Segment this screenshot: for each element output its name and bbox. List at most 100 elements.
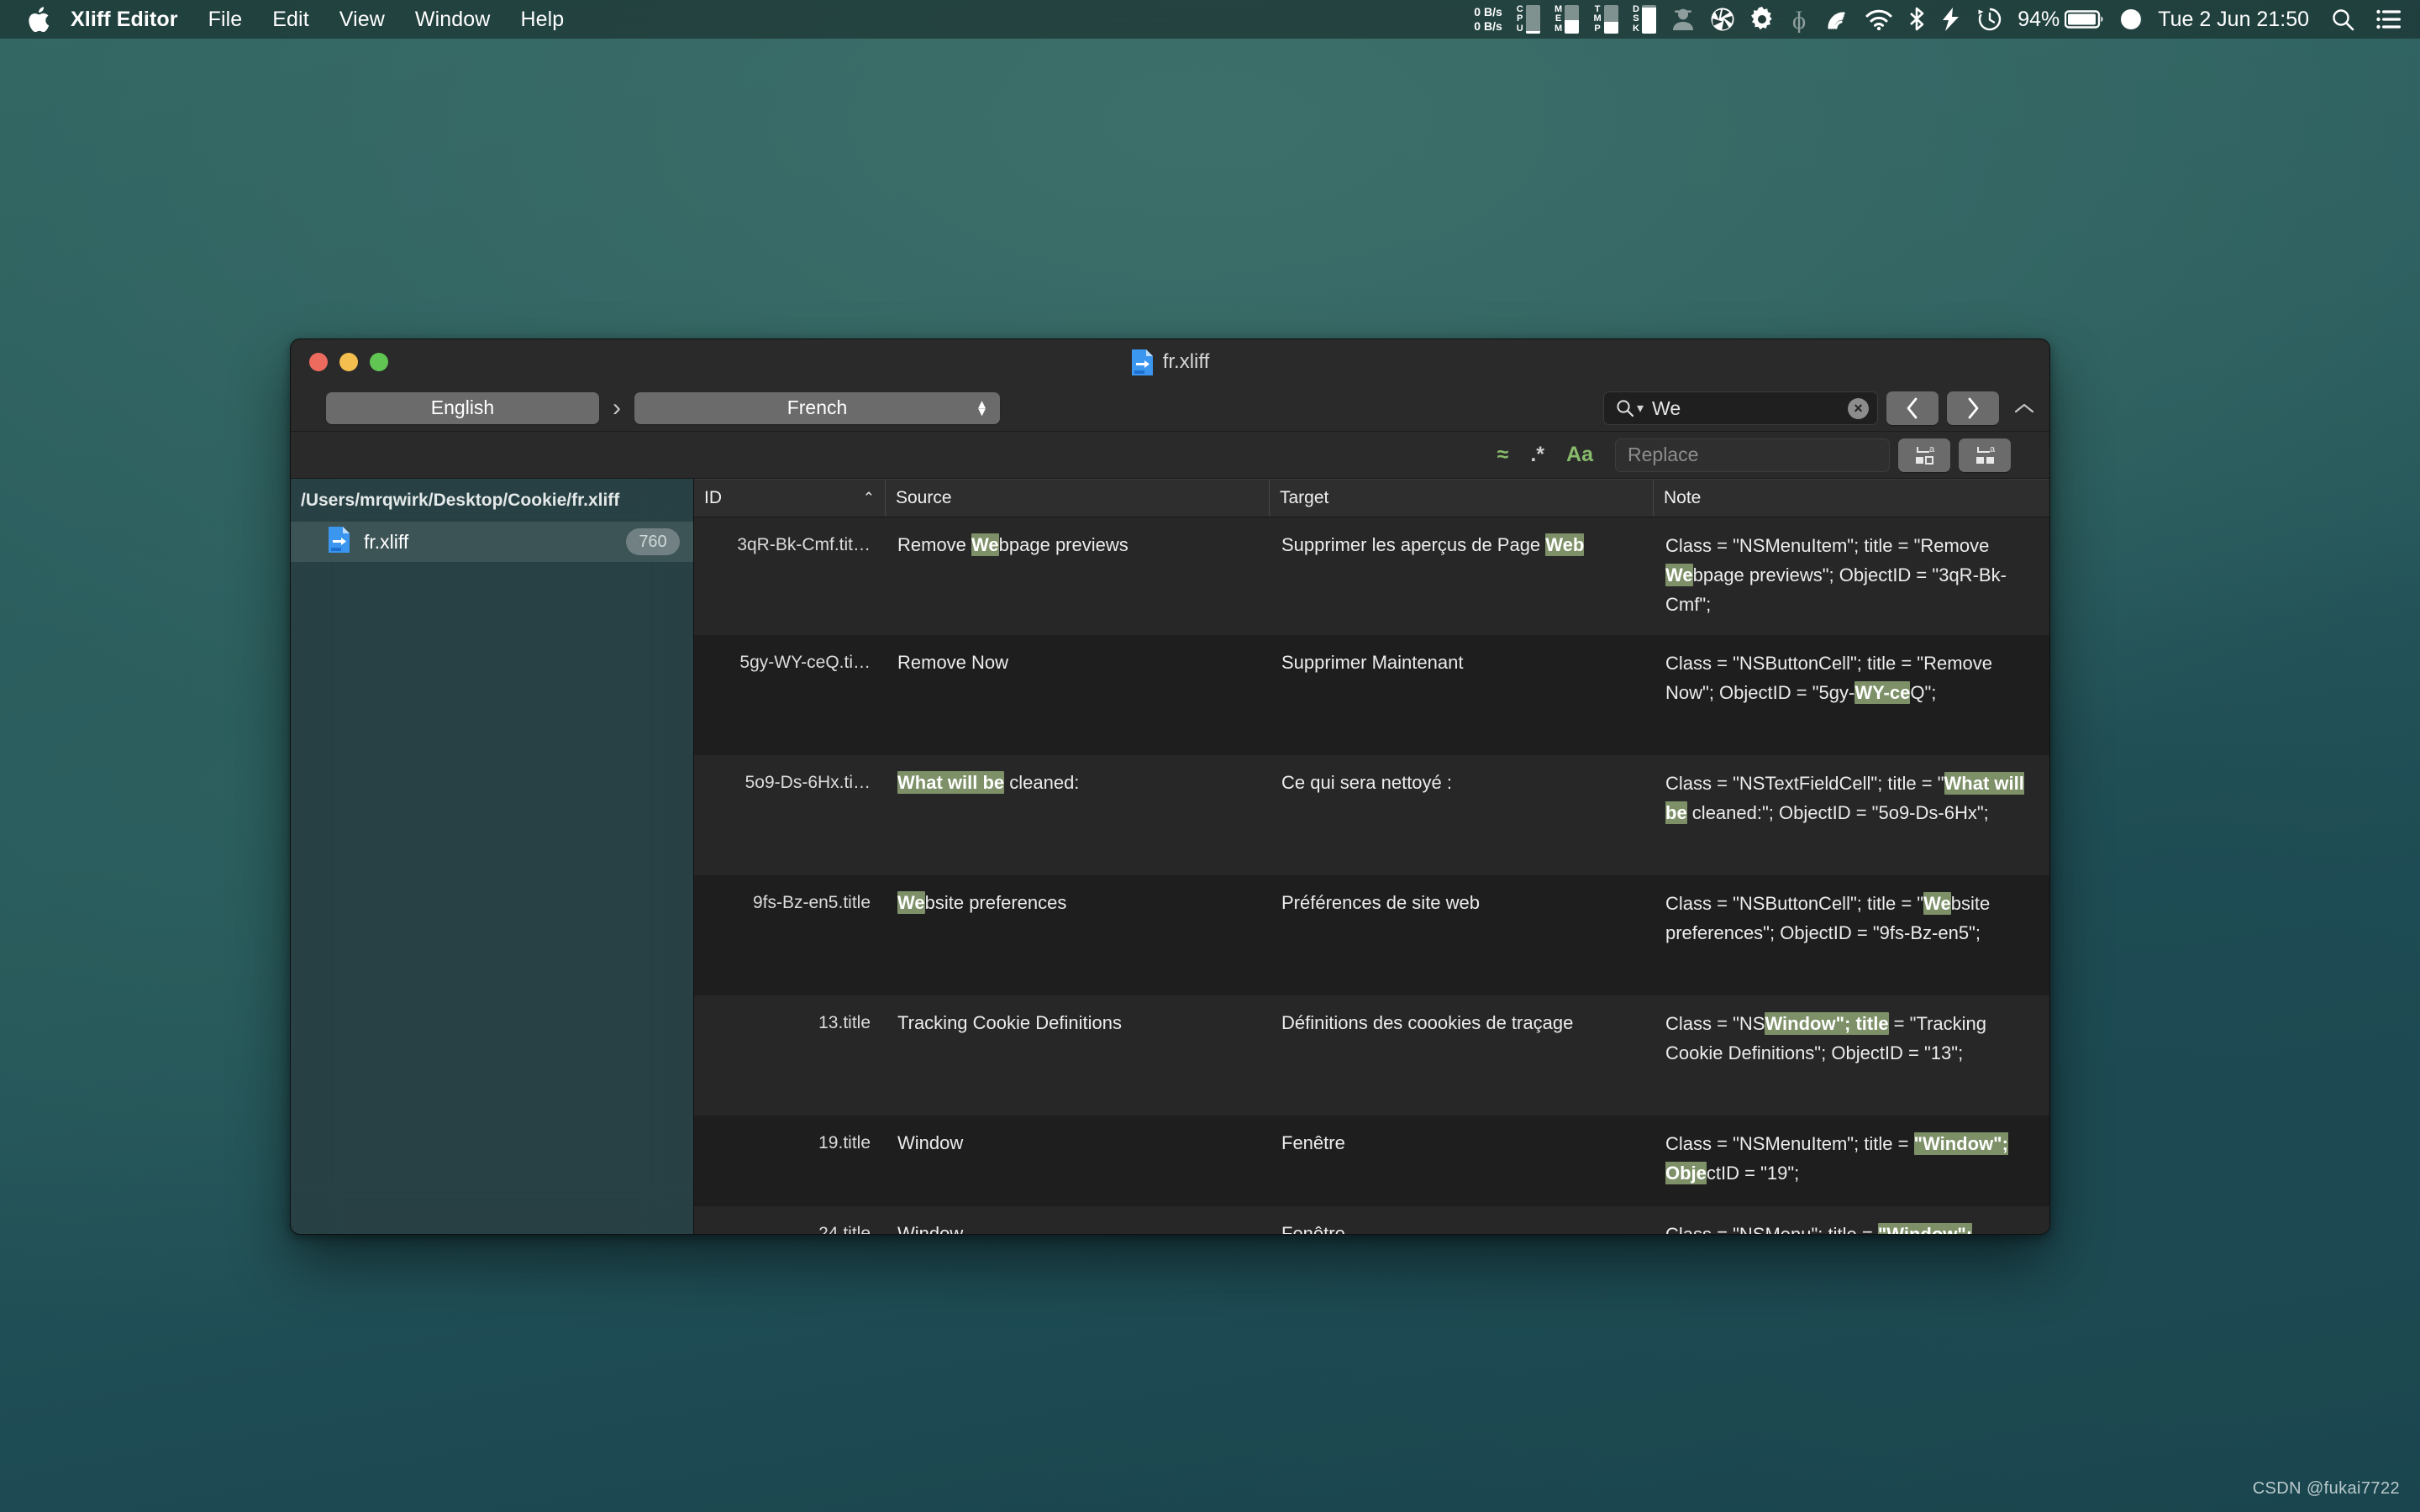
chevron-up-icon[interactable] xyxy=(2007,391,2041,425)
cell-source[interactable]: Window xyxy=(886,1116,1270,1206)
regex-icon[interactable]: .* xyxy=(1530,444,1544,465)
cell-source[interactable]: Remove Now xyxy=(886,635,1270,755)
svg-text:ɸ: ɸ xyxy=(1792,7,1807,33)
menu-item-help[interactable]: Help xyxy=(505,0,579,39)
table-row[interactable]: 5o9-Ds-6Hx.ti… What will be cleaned: Ce qu… xyxy=(694,755,2049,875)
replace-input[interactable]: Replace xyxy=(1615,438,1890,472)
network-speed-indicator[interactable]: 0 B/s 0 B/s xyxy=(1474,0,1502,39)
source-language-label: English xyxy=(430,396,495,418)
shutter-icon[interactable] xyxy=(1710,0,1735,39)
column-header-id[interactable]: ID ⌃ xyxy=(694,480,886,517)
airplay-icon[interactable] xyxy=(1823,0,1850,39)
sidebar: /Users/mrqwirk/Desktop/Cookie/fr.xliff f… xyxy=(291,479,694,1234)
watermark: CSDN @fukai7722 xyxy=(2252,1479,2400,1498)
user-silhouette-icon[interactable] xyxy=(1670,0,1696,39)
close-button[interactable] xyxy=(309,353,328,371)
fuzzy-match-icon[interactable]: ≈ xyxy=(1497,444,1509,465)
zoom-button[interactable] xyxy=(370,353,388,371)
cell-id: 19.title xyxy=(818,1133,871,1152)
cell-target[interactable]: Fenêtre xyxy=(1270,1116,1654,1206)
cell-target[interactable]: Supprimer les aperçus de Page Web xyxy=(1270,517,1654,635)
cell-target[interactable]: Ce qui sera nettoyé : xyxy=(1270,755,1654,875)
window-title-bar[interactable]: fr.xliff xyxy=(291,339,2049,385)
replace-input-placeholder: Replace xyxy=(1628,444,1699,465)
cell-note[interactable]: Class = "NSWindow"; title = "Tracking Co… xyxy=(1654,995,2049,1116)
target-language-popup[interactable]: French ▲ ▼ xyxy=(634,391,1000,424)
time-machine-icon[interactable] xyxy=(1976,0,2003,39)
table-row[interactable]: 13.title Tracking Cookie Definitions Défin… xyxy=(694,995,2049,1116)
table-row[interactable]: 5gy-WY-ceQ.ti… Remove Now Supprimer Mainte… xyxy=(694,635,2049,755)
dsk-meter-label: DSK xyxy=(1632,3,1640,34)
menu-bar-left: Xliff Editor File Edit View Window Help xyxy=(0,0,579,39)
stepper-updown-icon: ▲ ▼ xyxy=(976,396,988,419)
menu-item-file[interactable]: File xyxy=(193,0,258,39)
language-direction-arrow-icon: › xyxy=(613,393,621,422)
apple-logo-icon[interactable] xyxy=(22,0,55,39)
cell-source[interactable]: Window xyxy=(886,1206,1270,1234)
clear-icon[interactable]: × xyxy=(1848,397,1869,419)
column-header-note[interactable]: Note xyxy=(1654,480,2049,517)
minimize-button[interactable] xyxy=(339,353,358,371)
gear-icon[interactable] xyxy=(1749,0,1775,39)
tmp-meter-label: TMP xyxy=(1593,3,1602,34)
network-upload-speed: 0 B/s xyxy=(1474,5,1502,18)
chevron-down-icon[interactable]: ▾ xyxy=(1637,400,1644,417)
battery-icon xyxy=(2065,10,2103,29)
table-row[interactable]: 3qR-Bk-Cmf.tit… Remove Webpage previews Su… xyxy=(694,517,2049,635)
table-row[interactable]: 9fs-Bz-en5.title Website preferences Préfé… xyxy=(694,875,2049,995)
cell-source[interactable]: Website preferences xyxy=(886,875,1270,995)
cell-target[interactable]: Supprimer Maintenant xyxy=(1270,635,1654,755)
search-icon[interactable] xyxy=(2331,0,2354,39)
menu-bar-clock[interactable]: Tue 2 Jun 21:50 xyxy=(2158,8,2309,32)
column-header-target[interactable]: Target xyxy=(1270,480,1654,517)
find-next-button[interactable] xyxy=(1947,391,1999,425)
search-input[interactable]: ▾ We × xyxy=(1603,391,1878,425)
battery-percentage[interactable]: 94% xyxy=(2018,0,2105,39)
cell-note[interactable]: Class = "NSButtonCell"; title = "Remove … xyxy=(1654,635,2049,755)
cell-source[interactable]: What will be cleaned: xyxy=(886,755,1270,875)
cell-id: 24.title xyxy=(818,1224,871,1234)
do-not-disturb-icon[interactable] xyxy=(2119,0,2143,39)
window-title-label: fr.xliff xyxy=(1162,350,1210,373)
cell-target[interactable]: Fenêtre xyxy=(1270,1206,1654,1234)
flash-icon[interactable] xyxy=(1940,0,1962,39)
sidebar-item-fr-xliff[interactable]: fr.xliff 760 xyxy=(291,522,693,562)
bluetooth-icon[interactable] xyxy=(1907,0,1926,39)
menu-item-app-name[interactable]: Xliff Editor xyxy=(67,0,193,39)
window-title: fr.xliff xyxy=(291,339,2049,385)
svg-text:a: a xyxy=(1990,444,1996,454)
xliff-editor-window: fr.xliff English › French ▲ ▼ ▾ We × ≈ .… xyxy=(290,339,2050,1235)
source-language-popup[interactable]: English xyxy=(326,391,599,424)
cpu-meter[interactable]: CPU xyxy=(1517,0,1540,39)
network-download-speed: 0 B/s xyxy=(1474,19,1502,33)
cell-source[interactable]: Tracking Cookie Definitions xyxy=(886,995,1270,1116)
cell-source[interactable]: Remove Webpage previews xyxy=(886,517,1270,635)
dsk-meter[interactable]: DSK xyxy=(1632,0,1657,39)
cell-target[interactable]: Préférences de site web xyxy=(1270,875,1654,995)
find-bar: ▾ We × xyxy=(1603,391,2041,425)
tmp-meter[interactable]: TMP xyxy=(1593,0,1618,39)
replace-one-button[interactable]: a xyxy=(1898,438,1950,472)
column-header-source[interactable]: Source xyxy=(886,480,1270,517)
mem-meter[interactable]: MEM xyxy=(1555,0,1580,39)
cell-note[interactable]: Class = "NSButtonCell"; title = "Website… xyxy=(1654,875,2049,995)
control-center-icon[interactable] xyxy=(2376,0,2402,39)
cell-note[interactable]: Class = "NSMenuItem"; title = "Window"; … xyxy=(1654,1116,2049,1206)
dropbox-icon[interactable]: ɸ xyxy=(1789,0,1809,39)
menu-item-edit[interactable]: Edit xyxy=(257,0,324,39)
cell-note[interactable]: Class = "NSTextFieldCell"; title = "What… xyxy=(1654,755,2049,875)
replace-all-button[interactable]: a xyxy=(1959,438,2011,472)
cell-note[interactable]: Class = "NSMenu"; title = "Window"; Obje… xyxy=(1654,1206,2049,1234)
menu-bar: Xliff Editor File Edit View Window Help … xyxy=(0,0,2420,39)
case-sensitive-icon[interactable]: Aa xyxy=(1566,444,1593,465)
table-row[interactable]: 19.title Window Fenêtre Class = "NSMenuItem… xyxy=(694,1116,2049,1206)
xliff-file-icon xyxy=(328,526,350,558)
table-row[interactable]: 24.title WindowFenêtreClass = "NSMenu"; t… xyxy=(694,1206,2049,1234)
search-option-icons: ≈ .* Aa xyxy=(1497,444,1593,465)
menu-item-view[interactable]: View xyxy=(324,0,400,39)
menu-item-window[interactable]: Window xyxy=(400,0,506,39)
cell-note[interactable]: Class = "NSMenuItem"; title = "Remove We… xyxy=(1654,517,2049,635)
wifi-icon[interactable] xyxy=(1865,0,1893,39)
cell-target[interactable]: Définitions des coookies de traçage xyxy=(1270,995,1654,1116)
find-previous-button[interactable] xyxy=(1886,391,1939,425)
